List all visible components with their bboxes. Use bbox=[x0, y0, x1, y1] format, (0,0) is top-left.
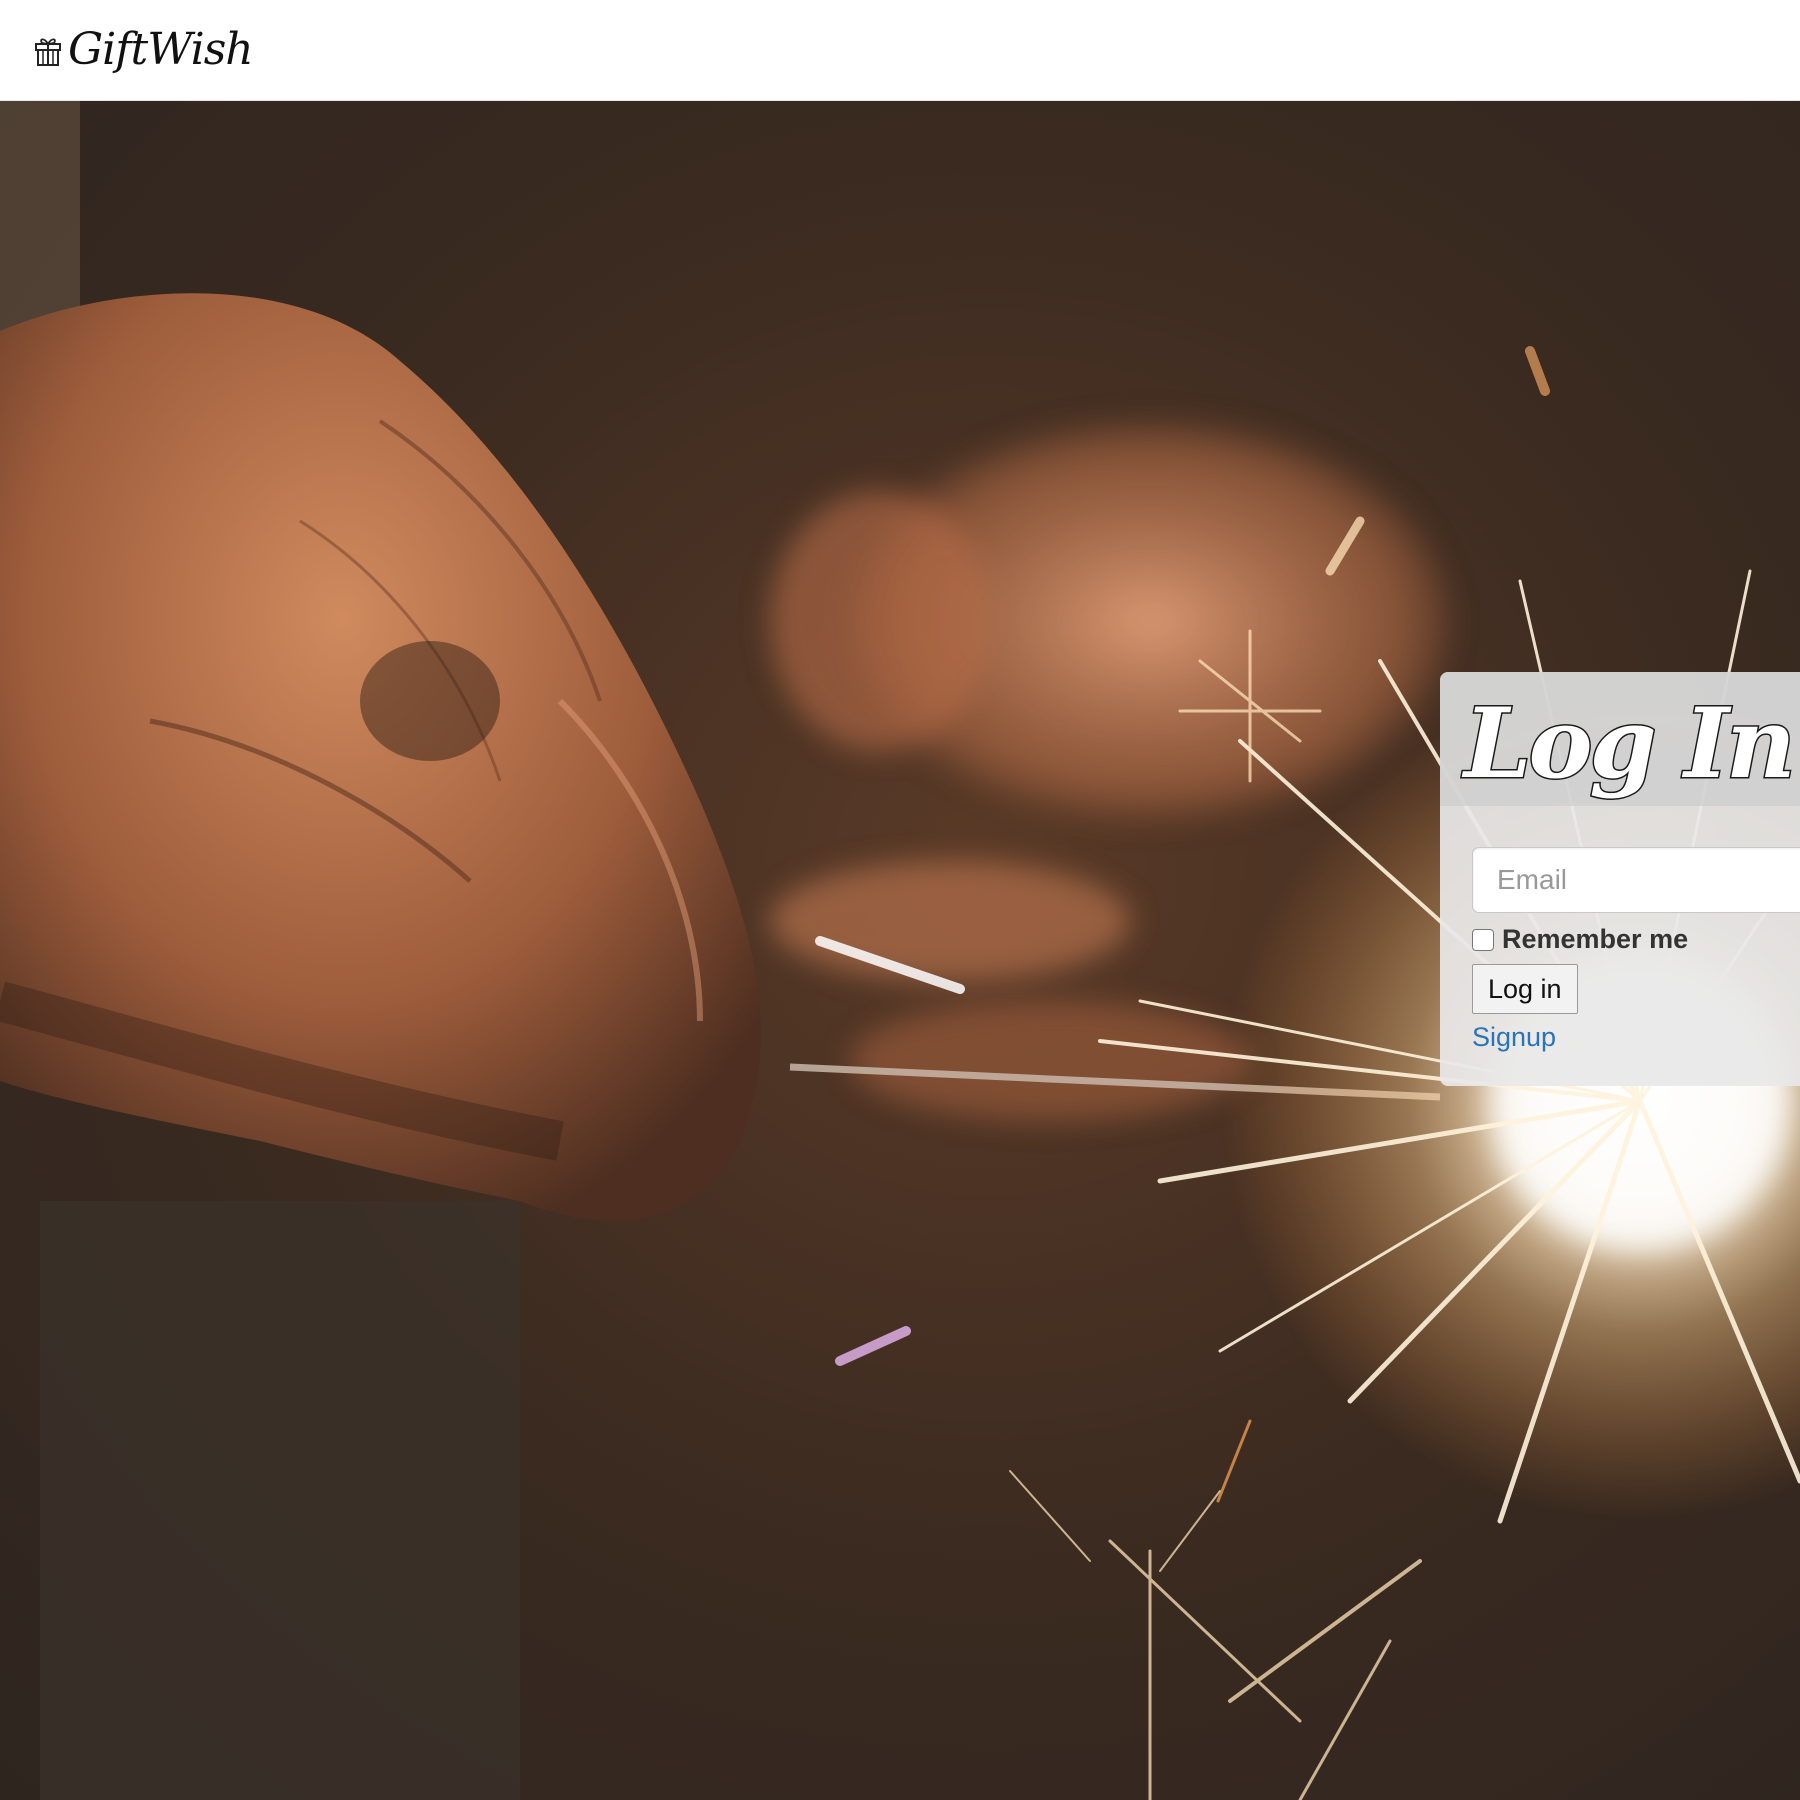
remember-me-checkbox-box[interactable] bbox=[1472, 928, 1494, 951]
brand-name: GiftWish bbox=[68, 24, 254, 75]
login-panel-header: Log In bbox=[1440, 672, 1800, 806]
email-input[interactable] bbox=[1472, 847, 1800, 913]
remember-me-label: Remember me bbox=[1502, 924, 1689, 954]
login-button[interactable]: Log in bbox=[1472, 964, 1578, 1014]
login-panel: Log In Remember me Log in Signup bbox=[1440, 672, 1800, 1086]
navbar: GiftWish bbox=[0, 0, 1800, 101]
login-title: Log In bbox=[1463, 687, 1798, 800]
remember-me-checkbox[interactable]: Remember me bbox=[1472, 924, 1688, 955]
signup-link[interactable]: Signup bbox=[1472, 1022, 1556, 1053]
login-form: Log In Remember me Log in Signup bbox=[1440, 672, 1800, 1086]
brand-logo-link[interactable]: GiftWish bbox=[34, 20, 254, 80]
gift-icon bbox=[35, 38, 61, 66]
